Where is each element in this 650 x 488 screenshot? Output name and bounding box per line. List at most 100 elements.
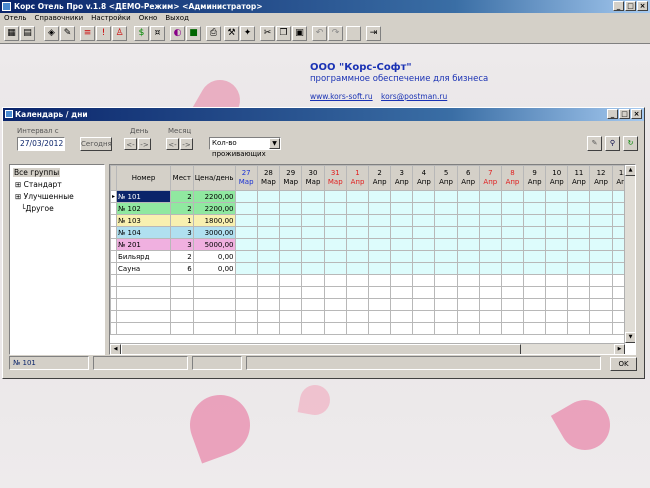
day-cell[interactable] [234, 262, 258, 275]
day-cell[interactable] [523, 214, 547, 227]
day-cell[interactable] [456, 202, 480, 215]
cell-beds[interactable]: 2 [169, 202, 194, 215]
day-cell[interactable] [500, 250, 525, 263]
menu-item-2[interactable]: Настройки [87, 13, 135, 24]
day-cell[interactable] [279, 214, 303, 227]
day-cell[interactable] [234, 238, 258, 251]
day-cell[interactable] [301, 262, 325, 275]
day-cell[interactable] [256, 238, 281, 251]
day-cell[interactable] [589, 226, 613, 239]
day-cell[interactable] [478, 262, 502, 275]
month-next-button[interactable]: -> [180, 138, 193, 150]
day-cell[interactable] [368, 226, 392, 239]
day-cell[interactable] [456, 262, 480, 275]
cell-room[interactable]: Сауна [116, 262, 171, 275]
table-row[interactable]: № 201 3 5000,00 [110, 238, 635, 251]
day-next-button[interactable]: -> [138, 138, 151, 150]
day-header[interactable]: 5 Апр [434, 165, 458, 191]
day-cell[interactable] [567, 262, 591, 275]
day-cell[interactable] [301, 190, 325, 203]
ok-button[interactable]: OK [610, 357, 637, 371]
day-cell[interactable] [256, 214, 281, 227]
book-icon[interactable]: ◈ [44, 26, 59, 41]
day-cell[interactable] [500, 202, 525, 215]
day-cell[interactable] [301, 202, 325, 215]
day-cell[interactable] [301, 214, 325, 227]
money-icon[interactable]: $ [134, 26, 149, 41]
day-header[interactable]: 6 Апр [456, 165, 480, 191]
day-header[interactable]: 7 Апр [478, 165, 502, 191]
day-cell[interactable] [234, 190, 258, 203]
exit-icon[interactable]: ⇥ [366, 26, 381, 41]
cell-room[interactable]: № 201 [116, 238, 171, 251]
table-row[interactable]: Бильярд 2 0,00 [110, 250, 635, 263]
day-cell[interactable] [567, 250, 591, 263]
day-cell[interactable] [589, 202, 613, 215]
day-cell[interactable] [323, 262, 347, 275]
print-icon[interactable]: ⎙ [206, 26, 221, 41]
day-cell[interactable] [301, 226, 325, 239]
day-cell[interactable] [390, 262, 414, 275]
hotel-icon[interactable]: ▦ [4, 26, 19, 41]
day-cell[interactable] [368, 202, 392, 215]
day-cell[interactable] [412, 202, 436, 215]
cell-beds[interactable]: 6 [169, 262, 194, 275]
day-cell[interactable] [345, 190, 370, 203]
day-cell[interactable] [478, 238, 502, 251]
day-cell[interactable] [412, 226, 436, 239]
day-cell[interactable] [456, 214, 480, 227]
day-cell[interactable] [523, 190, 547, 203]
tree-item-improved[interactable]: ⊞ Улучшенные [13, 191, 101, 203]
day-cell[interactable] [500, 226, 525, 239]
day-cell[interactable] [234, 214, 258, 227]
day-header[interactable]: 8 Апр [500, 165, 525, 191]
company-site-link[interactable]: www.kors-soft.ru [310, 92, 373, 101]
note-icon[interactable]: ✎ [60, 26, 75, 41]
undo-icon[interactable]: ↶ [312, 26, 327, 41]
close-button[interactable]: × [637, 1, 648, 11]
date-input[interactable]: 27/03/2012 [17, 137, 65, 151]
day-cell[interactable] [500, 214, 525, 227]
day-cell[interactable] [234, 226, 258, 239]
day-cell[interactable] [279, 250, 303, 263]
day-cell[interactable] [323, 226, 347, 239]
day-cell[interactable] [567, 214, 591, 227]
menu-item-4[interactable]: Выход [161, 13, 193, 24]
rooms-icon[interactable]: ▤ [20, 26, 35, 41]
day-cell[interactable] [567, 238, 591, 251]
report-icon[interactable]: ■ [186, 26, 201, 41]
day-header[interactable]: 2 Апр [368, 165, 392, 191]
table-row[interactable]: № 102 2 2200,00 [110, 202, 635, 215]
day-header[interactable]: 27 Мар [234, 165, 258, 191]
cell-price[interactable]: 0,00 [192, 250, 236, 263]
day-cell[interactable] [301, 250, 325, 263]
table-row[interactable]: № 103 1 1800,00 [110, 214, 635, 227]
tree-item-standard[interactable]: ⊞ Стандарт [13, 179, 101, 191]
day-cell[interactable] [390, 202, 414, 215]
day-header[interactable]: 4 Апр [412, 165, 436, 191]
day-cell[interactable] [589, 214, 613, 227]
today-button[interactable]: Сегодня [80, 137, 112, 151]
cell-beds[interactable]: 3 [169, 226, 194, 239]
day-cell[interactable] [500, 262, 525, 275]
day-cell[interactable] [434, 238, 458, 251]
day-cell[interactable] [456, 250, 480, 263]
day-cell[interactable] [345, 250, 370, 263]
day-cell[interactable] [323, 238, 347, 251]
day-cell[interactable] [345, 226, 370, 239]
day-cell[interactable] [456, 238, 480, 251]
day-cell[interactable] [256, 190, 281, 203]
day-cell[interactable] [345, 238, 370, 251]
day-header[interactable]: 31 Мар [323, 165, 347, 191]
mode-select[interactable]: Кол-во проживающих ▼ [209, 137, 281, 158]
day-cell[interactable] [279, 262, 303, 275]
day-cell[interactable] [434, 262, 458, 275]
day-cell[interactable] [390, 250, 414, 263]
day-cell[interactable] [323, 202, 347, 215]
horizontal-scrollbar[interactable]: ◀ ▶ [110, 343, 625, 354]
day-cell[interactable] [434, 214, 458, 227]
cell-room[interactable]: № 102 [116, 202, 171, 215]
copy-icon[interactable]: ❐ [276, 26, 291, 41]
alert-icon[interactable]: ! [96, 26, 111, 41]
day-cell[interactable] [279, 226, 303, 239]
